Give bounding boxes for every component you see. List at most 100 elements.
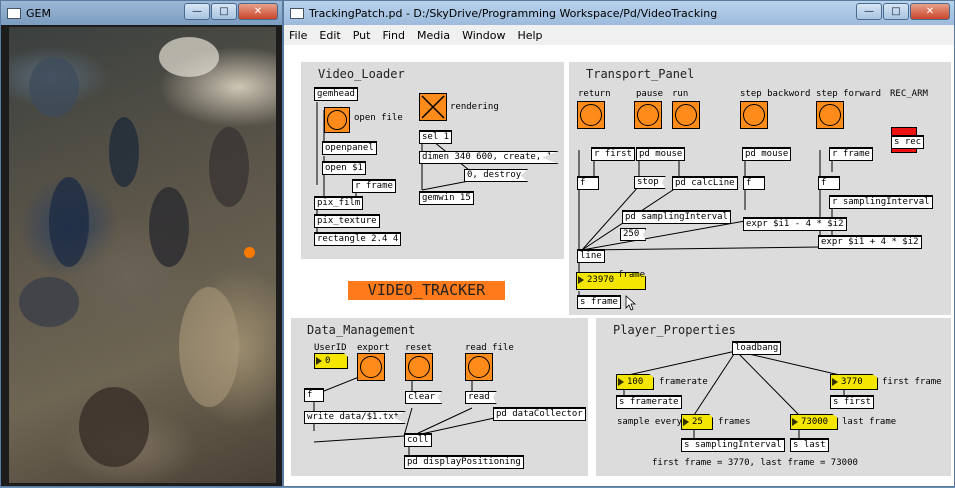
return-bang[interactable] <box>577 101 605 129</box>
gem-titlebar[interactable]: GEM — □ ✕ <box>1 1 282 25</box>
rectangle-object[interactable]: rectangle 2.4 4 <box>314 232 402 246</box>
last-frame-number-box[interactable]: 73000 <box>790 414 838 430</box>
open-file-label: open file <box>354 113 403 123</box>
step-backword-bang[interactable] <box>740 101 768 129</box>
framerate-value: 100 <box>627 377 644 387</box>
userid-label: UserID <box>314 343 347 353</box>
step-forward-bang[interactable] <box>816 101 844 129</box>
open-message[interactable]: open $1 <box>322 161 366 175</box>
reset-bang[interactable] <box>405 353 433 381</box>
maximize-button[interactable]: □ <box>883 3 909 20</box>
destroy-message[interactable]: 0, destroy <box>464 169 529 182</box>
menu-help[interactable]: Help <box>517 29 542 42</box>
cursor-icon <box>625 295 637 311</box>
last-frame-label: last frame <box>842 417 897 427</box>
userid-value: 0 <box>325 356 331 366</box>
clear-message[interactable]: clear <box>405 391 443 404</box>
last-frame-value: 73000 <box>801 417 829 427</box>
sel-object[interactable]: sel 1 <box>419 130 453 144</box>
maximize-button[interactable]: □ <box>211 3 237 20</box>
coll-object[interactable]: coll <box>404 433 432 447</box>
pd-title: TrackingPatch.pd - D:/SkyDrive/Programmi… <box>309 6 718 20</box>
r-sampling-object[interactable]: r samplingInterval <box>829 195 933 209</box>
s-last-object[interactable]: s last <box>790 438 829 452</box>
step-forward-label: step forward <box>816 89 882 99</box>
menu-find[interactable]: Find <box>382 29 405 42</box>
video-tracker-label: VIDEO_TRACKER <box>348 281 505 300</box>
dimen-message[interactable]: dimen 340 600, create, 1 <box>419 151 560 164</box>
rec-arm-label: REC_ARM <box>890 89 928 99</box>
minimize-button[interactable]: — <box>184 3 210 20</box>
menubar: File Edit Put Find Media Window Help <box>284 25 954 45</box>
s-sampling-interval-object[interactable]: s samplingInterval <box>681 438 785 452</box>
first-frame-label: first frame <box>882 377 942 387</box>
write-message[interactable]: write data/$1.txt <box>304 411 407 424</box>
x-icon <box>421 95 445 119</box>
data-collector-object[interactable]: pd dataCollector <box>493 407 586 421</box>
r-frame-object-2[interactable]: r frame <box>829 147 873 161</box>
read-message[interactable]: read <box>465 391 497 404</box>
close-button[interactable]: ✕ <box>238 3 278 20</box>
menu-media[interactable]: Media <box>417 29 450 42</box>
data-management-title: Data_Management <box>307 323 416 337</box>
export-bang[interactable] <box>357 353 385 381</box>
export-label: export <box>357 343 390 353</box>
loadbang-object[interactable]: loadbang <box>732 341 782 355</box>
frame-label: frame <box>618 270 646 280</box>
gemwin-object[interactable]: gemwin 15 <box>419 191 474 205</box>
f-object-data[interactable]: f <box>304 388 324 402</box>
value-250-message[interactable]: 250 <box>620 228 647 241</box>
minimize-button[interactable]: — <box>856 3 882 20</box>
menu-window[interactable]: Window <box>462 29 505 42</box>
r-first-object[interactable]: r first <box>591 147 635 161</box>
display-positioning-object[interactable]: pd displayPositioning <box>404 455 524 469</box>
sampling-number-box[interactable]: 25 <box>681 414 713 430</box>
open-file-bang[interactable] <box>324 107 350 133</box>
f-object-1[interactable]: f <box>577 176 599 190</box>
s-framerate-object[interactable]: s framerate <box>616 395 682 409</box>
r-frame-object[interactable]: r frame <box>352 179 396 193</box>
reset-label: reset <box>405 343 433 353</box>
pix-film-object[interactable]: pix_film <box>314 196 364 210</box>
run-label: run <box>672 89 689 99</box>
first-frame-value: 3770 <box>841 377 863 387</box>
window-icon <box>7 7 21 19</box>
s-first-object[interactable]: s first <box>830 395 874 409</box>
video-render-view[interactable] <box>9 27 276 483</box>
rendering-label: rendering <box>450 102 499 112</box>
close-button[interactable]: ✕ <box>910 3 950 20</box>
pd-mouse-object-1[interactable]: pd mouse <box>636 147 686 161</box>
tracker-position-dot <box>244 247 255 258</box>
expr-minus-object[interactable]: expr $i1 - 4 * $i2 <box>743 217 847 231</box>
rendering-toggle[interactable] <box>419 93 447 121</box>
framerate-label: framerate <box>659 377 708 387</box>
f-object-2[interactable]: f <box>743 176 765 190</box>
calcline-object[interactable]: pd calcLine <box>672 176 738 190</box>
line-object[interactable]: line <box>577 249 605 263</box>
pause-bang[interactable] <box>634 101 662 129</box>
read-file-bang[interactable] <box>465 353 493 381</box>
framerate-number-box[interactable]: 100 <box>616 374 654 390</box>
pd-window-icon <box>290 7 304 19</box>
menu-put[interactable]: Put <box>353 29 371 42</box>
userid-number-box[interactable]: 0 <box>314 353 348 369</box>
return-label: return <box>578 89 611 99</box>
pd-sampling-object[interactable]: pd samplingInterval <box>622 210 731 224</box>
s-frame-object[interactable]: s frame <box>577 295 621 309</box>
pd-titlebar[interactable]: TrackingPatch.pd - D:/SkyDrive/Programmi… <box>284 1 954 25</box>
openpanel-object[interactable]: openpanel <box>322 141 377 155</box>
menu-file[interactable]: File <box>289 29 307 42</box>
f-object-3[interactable]: f <box>818 176 840 190</box>
patch-canvas[interactable]: Video_Loader gemhead open file openpanel… <box>284 45 954 486</box>
pd-mouse-object-2[interactable]: pd mouse <box>742 147 792 161</box>
run-bang[interactable] <box>672 101 700 129</box>
s-rec-object[interactable]: s rec <box>891 135 925 149</box>
frame-value: 23970 <box>587 275 615 285</box>
expr-plus-object[interactable]: expr $i1 + 4 * $i2 <box>818 235 922 249</box>
pix-texture-object[interactable]: pix_texture <box>314 214 380 228</box>
gemhead-object[interactable]: gemhead <box>314 87 358 101</box>
first-frame-number-box[interactable]: 3770 <box>830 374 878 390</box>
stop-message[interactable]: stop <box>634 176 666 189</box>
frames-label: frames <box>718 417 751 427</box>
menu-edit[interactable]: Edit <box>319 29 340 42</box>
